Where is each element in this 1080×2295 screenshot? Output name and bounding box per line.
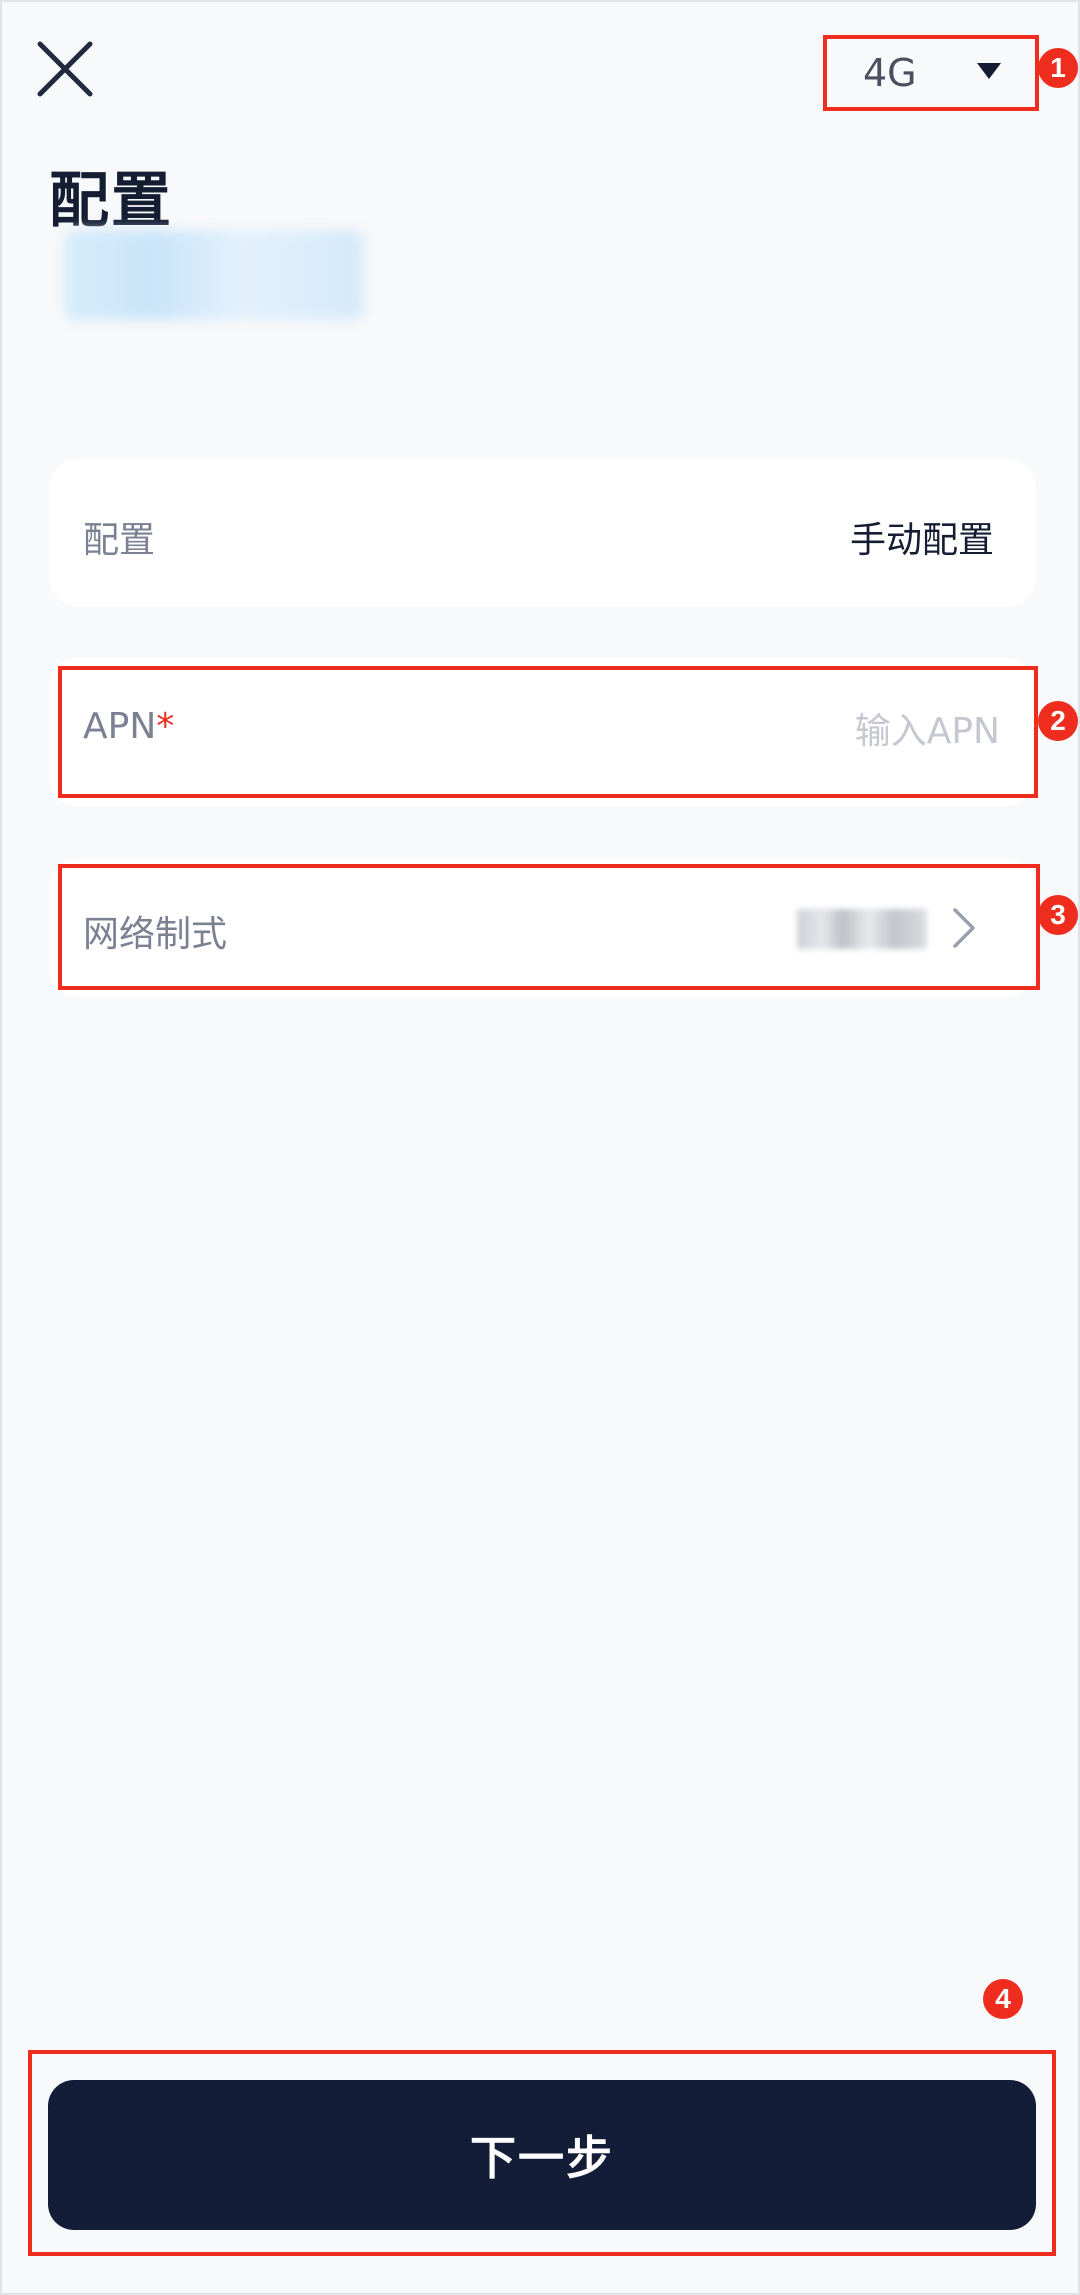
close-icon[interactable] xyxy=(32,36,100,104)
page-title: 配置 xyxy=(49,166,173,236)
annotation-marker-2: 2 xyxy=(1038,701,1078,741)
network-mode-row[interactable]: 网络制式 xyxy=(49,859,1036,997)
next-step-button[interactable]: 下一步 xyxy=(48,2080,1036,2230)
config-row-label: 配置 xyxy=(83,520,156,561)
network-type-label: 4G xyxy=(863,51,917,95)
annotation-marker-4: 4 xyxy=(983,1979,1023,2019)
caret-down-icon xyxy=(977,63,1001,81)
chevron-right-icon xyxy=(949,904,979,952)
config-screen: 4G 1 配置 配置 手动配置 APN* 2 网络制式 3 下一步 4 xyxy=(0,0,1080,2295)
network-mode-label: 网络制式 xyxy=(83,914,228,955)
apn-input[interactable] xyxy=(600,698,1000,764)
network-mode-value-blurred xyxy=(797,909,927,949)
annotation-marker-3: 3 xyxy=(1038,895,1078,935)
apn-label: APN* xyxy=(83,706,174,747)
device-id-blurred xyxy=(64,230,364,320)
network-type-dropdown[interactable]: 4G xyxy=(823,35,1039,111)
required-mark: * xyxy=(156,706,175,747)
apn-row: APN* xyxy=(49,658,1036,806)
config-row-value: 手动配置 xyxy=(849,520,994,561)
apn-label-text: APN xyxy=(83,706,157,747)
annotation-marker-1: 1 xyxy=(1038,48,1078,88)
config-row[interactable]: 配置 手动配置 xyxy=(49,459,1036,607)
